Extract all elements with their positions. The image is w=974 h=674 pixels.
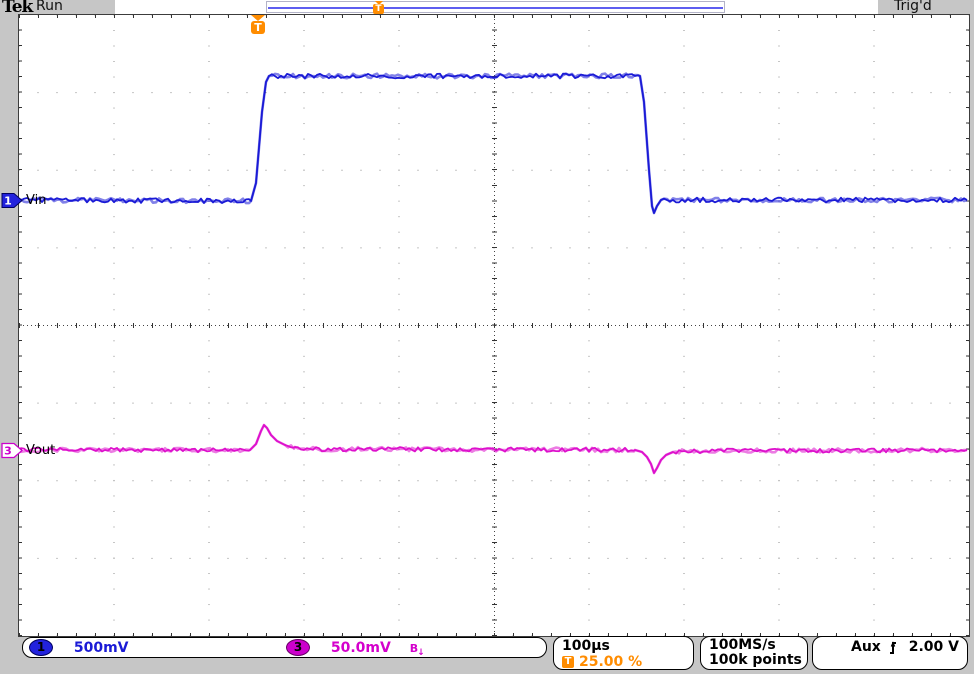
- trigger-position-percent: 25.00 %: [579, 654, 643, 670]
- record-view-waveform-line: [268, 7, 723, 9]
- record-view-bar: T: [266, 1, 725, 14]
- top-edge-ticks: [19, 15, 969, 18]
- top-status-strip: Tek Run Trig'd T: [0, 0, 974, 17]
- channel3-badge: 3: [286, 639, 310, 656]
- timebase-readout: 100µs T 25.00 %: [553, 636, 694, 670]
- acquisition-readout: 100MS/s 100k points: [700, 636, 808, 670]
- trigger-source: Aux: [851, 639, 881, 655]
- trigger-position-flag: T: [251, 15, 265, 35]
- channel3-arrow-icon: 3: [1, 442, 23, 459]
- graticule: [18, 14, 970, 637]
- trigger-status: Trig'd: [894, 0, 932, 14]
- rising-edge-slope-icon: [889, 640, 896, 654]
- channel3-marker: 3 Vout: [1, 442, 55, 459]
- channel3-scale: 50.0mV: [330, 640, 391, 656]
- trigger-flag-t-icon: T: [251, 21, 265, 34]
- right-edge-ticks: [966, 15, 969, 636]
- channel1-arrow-icon: 1: [1, 193, 23, 208]
- trigger-level: 2.00 V: [908, 639, 959, 655]
- channel1-badge: 1: [29, 639, 53, 656]
- svg-text:1: 1: [4, 195, 12, 208]
- svg-text:3: 3: [4, 445, 12, 458]
- trigger-marker-t-icon: T: [373, 4, 384, 14]
- trigger-t-icon: T: [562, 656, 574, 668]
- trigger-position-readout: T 25.00 %: [562, 654, 693, 670]
- channel3-label: Vout: [26, 443, 56, 458]
- trigger-readout: Aux 2.00 V: [812, 636, 968, 670]
- record-length: 100k points: [709, 652, 802, 668]
- center-vertical-axis-ticks: [492, 15, 497, 636]
- channel1-marker: 1 Vin: [1, 192, 46, 209]
- bandwidth-limit-icon: B↓: [409, 642, 425, 658]
- channel1-label: Vin: [26, 193, 47, 208]
- channel-scale-readout: 1 500mV 3 50.0mV B↓: [22, 637, 547, 658]
- timebase-scale: 100µs: [562, 638, 610, 654]
- channel1-scale: 500mV: [73, 640, 129, 656]
- acquisition-status: Run: [36, 0, 63, 14]
- sample-rate: 100MS/s: [709, 637, 776, 653]
- left-edge-ticks: [19, 15, 22, 636]
- record-trigger-position-marker: T: [373, 1, 385, 14]
